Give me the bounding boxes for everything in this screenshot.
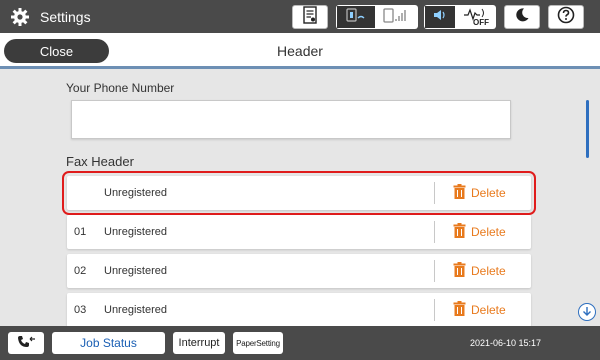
row-status: Unregistered: [104, 304, 167, 316]
phone-number-field[interactable]: [71, 100, 511, 139]
arrow-down-icon: [582, 303, 592, 321]
help-button[interactable]: [548, 5, 584, 29]
delete-button[interactable]: Delete: [453, 176, 506, 210]
app-title-area: Settings: [10, 0, 91, 33]
quiet-off-label: OFF: [473, 18, 489, 27]
document-icon: [303, 5, 317, 29]
sound-quiet-button[interactable]: OFF: [424, 5, 496, 29]
trash-icon: [453, 223, 466, 241]
row-status: Unregistered: [104, 265, 167, 277]
delete-label: Delete: [471, 186, 506, 200]
sound-segment: [425, 6, 455, 28]
delete-button[interactable]: Delete: [453, 254, 506, 288]
fax-header-row[interactable]: 03 Unregistered Delete: [67, 293, 531, 326]
fax-header-row[interactable]: Unregistered Delete: [62, 171, 536, 215]
trash-icon: [453, 262, 466, 280]
help-icon: [557, 6, 575, 29]
delete-button[interactable]: Delete: [453, 215, 506, 249]
trash-icon: [453, 184, 466, 202]
delete-button[interactable]: Delete: [453, 293, 506, 326]
row-number: 03: [74, 304, 87, 316]
fax-header-row[interactable]: 01 Unregistered Delete: [67, 215, 531, 249]
delete-label: Delete: [471, 303, 506, 317]
row-number: 02: [74, 265, 87, 277]
row-divider: [434, 221, 435, 243]
content-area: Your Phone Number Fax Header Unregistere…: [0, 72, 600, 326]
network-device-icon: [345, 7, 367, 28]
wireless-segment: [375, 6, 415, 28]
bottom-bar: Job Status Interrupt PaperSetting 2021-0…: [0, 326, 600, 360]
gear-icon: [10, 7, 30, 27]
row-divider: [434, 182, 435, 204]
scrollbar-thumb[interactable]: [586, 100, 589, 158]
network-status-button[interactable]: [336, 5, 418, 29]
wireless-network-icon: [382, 6, 408, 29]
interrupt-button[interactable]: Interrupt: [173, 332, 225, 354]
page-header-title: Settings: [40, 8, 91, 25]
row-divider: [434, 260, 435, 282]
status-bar: Settings OFF: [0, 0, 600, 33]
fax-call-icon: [16, 335, 36, 352]
night-mode-button[interactable]: [504, 5, 540, 29]
delete-label: Delete: [471, 225, 506, 239]
delete-label: Delete: [471, 264, 506, 278]
fax-header-row[interactable]: 02 Unregistered Delete: [67, 254, 531, 288]
job-history-button[interactable]: [292, 5, 328, 29]
wired-network-segment: [337, 6, 375, 28]
paper-setting-button[interactable]: PaperSetting: [233, 332, 283, 354]
moon-icon: [514, 7, 530, 28]
scroll-down-button[interactable]: [578, 303, 596, 321]
trash-icon: [453, 301, 466, 319]
header-row: Close Header: [0, 33, 600, 69]
phone-number-label: Your Phone Number: [66, 81, 175, 95]
row-divider: [434, 299, 435, 321]
fax-call-button[interactable]: [8, 332, 44, 354]
speaker-icon: [432, 8, 448, 27]
date-time: 2021-06-10 15:17: [470, 338, 542, 348]
close-button[interactable]: Close: [4, 39, 109, 63]
job-status-button[interactable]: Job Status: [52, 332, 165, 354]
row-number: 01: [74, 226, 87, 238]
row-status: Unregistered: [104, 226, 167, 238]
row-status: Unregistered: [104, 187, 167, 199]
quiet-mode-segment: OFF: [455, 6, 495, 28]
fax-header-label: Fax Header: [66, 154, 134, 169]
